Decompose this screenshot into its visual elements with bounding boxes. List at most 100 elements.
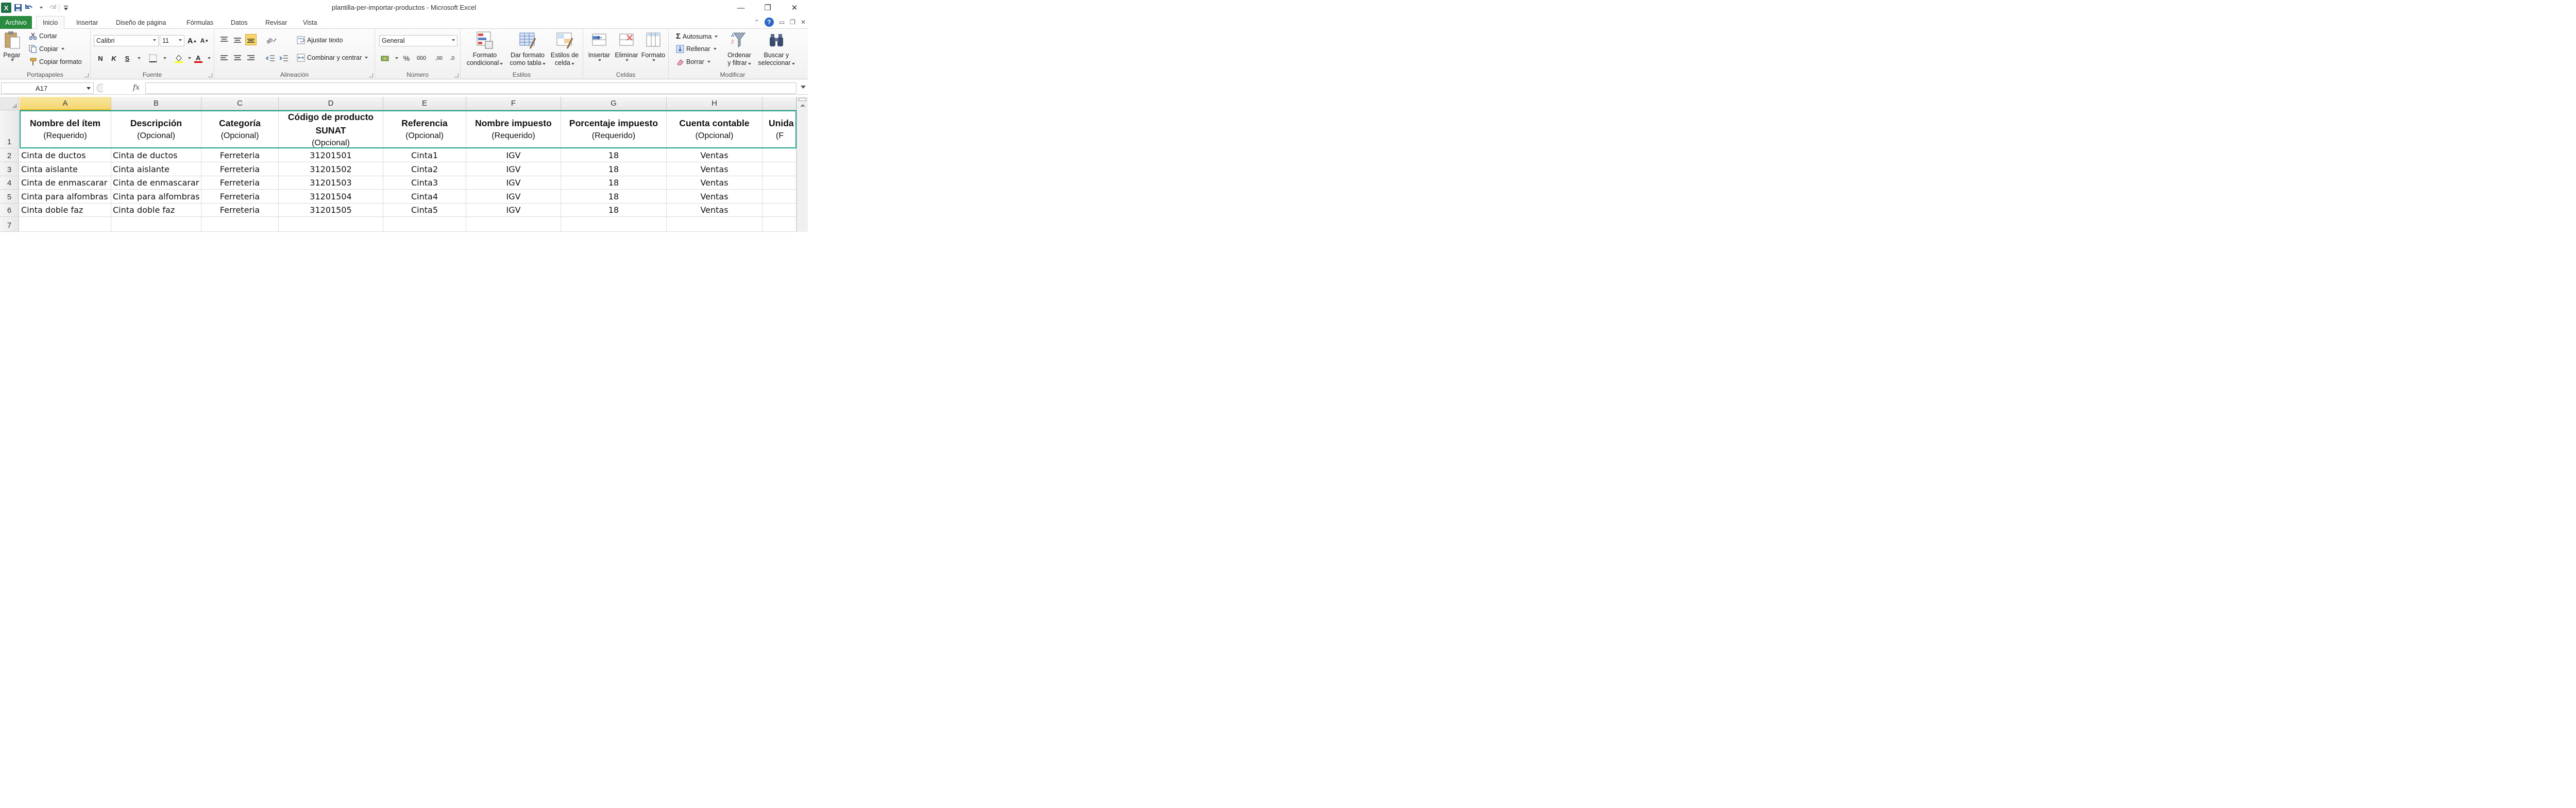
row-header-5[interactable]: 5 [0,190,19,204]
tab-archivo[interactable]: Archivo [0,16,32,29]
table-cell[interactable]: 31201504 [279,190,383,204]
font-color-icon[interactable]: A [193,53,204,64]
table-cell[interactable]: 18 [561,204,667,217]
percent-button[interactable]: % [401,53,412,64]
bold-button[interactable]: N [95,53,106,64]
table-cell[interactable]: Cinta doble faz [111,204,201,217]
align-left-icon[interactable] [218,53,230,64]
table-cell[interactable]: Cinta3 [383,176,466,190]
delete-cells-button[interactable]: Eliminar [613,31,640,61]
align-bottom-icon[interactable] [245,34,257,45]
table-cell[interactable]: Cinta doble faz [20,204,111,217]
table-cell[interactable] [762,148,796,162]
table-cell[interactable]: Cinta de ductos [111,148,201,162]
table-cell[interactable]: Ventas [667,148,762,162]
font-launcher-icon[interactable] [208,73,212,77]
column-header-f[interactable]: F [466,97,561,110]
vertical-scrollbar[interactable] [796,97,808,232]
table-cell[interactable]: Cinta1 [383,148,466,162]
split-box-icon[interactable] [799,98,806,101]
cell-d1[interactable]: Código de producto SUNAT (Opcional) [279,110,383,148]
scroll-up-icon[interactable] [800,104,805,107]
number-format-combo[interactable]: General [379,35,457,46]
table-cell[interactable] [466,217,561,232]
table-cell[interactable]: Ventas [667,162,762,176]
table-cell[interactable] [20,217,111,232]
borders-dropdown-icon[interactable] [159,53,170,64]
shrink-font-icon[interactable]: A ▼ [199,35,210,46]
cell-a1[interactable]: Nombre del ítem (Requerido) [20,110,111,148]
tab-insertar[interactable]: Insertar [70,16,104,29]
currency-icon[interactable] [380,53,392,64]
doc-minimize-icon[interactable]: ▭ [779,19,785,26]
cell-b1[interactable]: Descripción (Opcional) [111,110,201,148]
column-header-b[interactable]: B [111,97,201,110]
clear-button[interactable]: Borrar [676,58,710,66]
cut-button[interactable]: Cortar [29,32,57,40]
grow-font-icon[interactable]: A ▲ [187,35,198,46]
select-all-button[interactable] [0,97,19,110]
table-cell[interactable] [762,176,796,190]
row-header-4[interactable]: 4 [0,176,19,190]
table-cell[interactable] [762,190,796,204]
align-middle-icon[interactable] [232,34,243,45]
table-cell[interactable]: Cinta4 [383,190,466,204]
formula-input[interactable] [145,82,796,94]
table-cell[interactable] [762,217,796,232]
doc-close-icon[interactable]: ✕ [801,19,806,26]
table-cell[interactable]: Ventas [667,204,762,217]
column-header-g[interactable]: G [561,97,667,110]
table-cell[interactable]: 18 [561,162,667,176]
column-header-c[interactable]: C [201,97,279,110]
table-cell[interactable]: IGV [466,204,561,217]
name-box-dropdown-icon[interactable] [87,87,91,90]
table-cell[interactable]: 31201502 [279,162,383,176]
expand-formula-bar-icon[interactable] [801,86,806,89]
table-cell[interactable]: Ferreteria [201,162,279,176]
align-center-icon[interactable] [232,53,243,64]
borders-icon[interactable] [147,53,159,64]
wrap-text-button[interactable]: Ajustar texto [297,36,343,44]
italic-button[interactable]: K [108,53,120,64]
cell-h1[interactable]: Cuenta contable (Opcional) [667,110,762,148]
conditional-format-button[interactable]: Formato condicional [465,31,505,67]
table-cell[interactable] [383,217,466,232]
column-header-i[interactable] [762,97,796,110]
paste-button[interactable]: Pegar [3,31,21,61]
number-launcher-icon[interactable] [454,73,459,77]
format-as-table-button[interactable]: Dar formato como tabla [507,31,548,67]
table-cell[interactable]: Ventas [667,190,762,204]
table-cell[interactable]: Ferreteria [201,204,279,217]
increase-indent-icon[interactable] [278,53,290,64]
table-cell[interactable]: 18 [561,148,667,162]
align-right-icon[interactable] [245,53,257,64]
table-cell[interactable]: Cinta de enmascarar [111,176,201,190]
table-cell[interactable]: Cinta aislante [111,162,201,176]
table-cell[interactable]: Cinta de ductos [20,148,111,162]
cell-i1[interactable]: Unida (F [762,110,796,148]
row-header-3[interactable]: 3 [0,162,19,176]
minimize-ribbon-icon[interactable]: ⌃ [754,19,759,26]
table-cell[interactable] [667,217,762,232]
cell-c1[interactable]: Categoría (Opcional) [201,110,279,148]
row-header-2[interactable]: 2 [0,148,19,162]
insert-cells-button[interactable]: Insertar [586,31,612,61]
table-cell[interactable]: Ferreteria [201,148,279,162]
doc-restore-icon[interactable]: ❐ [790,19,795,26]
tab-inicio[interactable]: Inicio [36,16,65,29]
table-cell[interactable]: Cinta para alfombras [20,190,111,204]
tab-formulas[interactable]: Fórmulas [180,16,219,29]
table-cell[interactable]: Cinta2 [383,162,466,176]
align-top-icon[interactable] [218,34,230,45]
clipboard-launcher-icon[interactable] [84,73,89,77]
copy-button[interactable]: Copiar [29,45,64,53]
row-header-6[interactable]: 6 [0,204,19,217]
minimize-icon[interactable]: — [727,0,754,15]
increase-decimal-button[interactable]: ,00 [433,53,445,64]
table-cell[interactable]: IGV [466,148,561,162]
name-box[interactable]: A17 [1,82,94,94]
fill-color-icon[interactable] [173,53,184,64]
table-cell[interactable] [762,204,796,217]
decrease-decimal-button[interactable]: ,0 [446,53,459,64]
table-cell[interactable]: Cinta aislante [20,162,111,176]
